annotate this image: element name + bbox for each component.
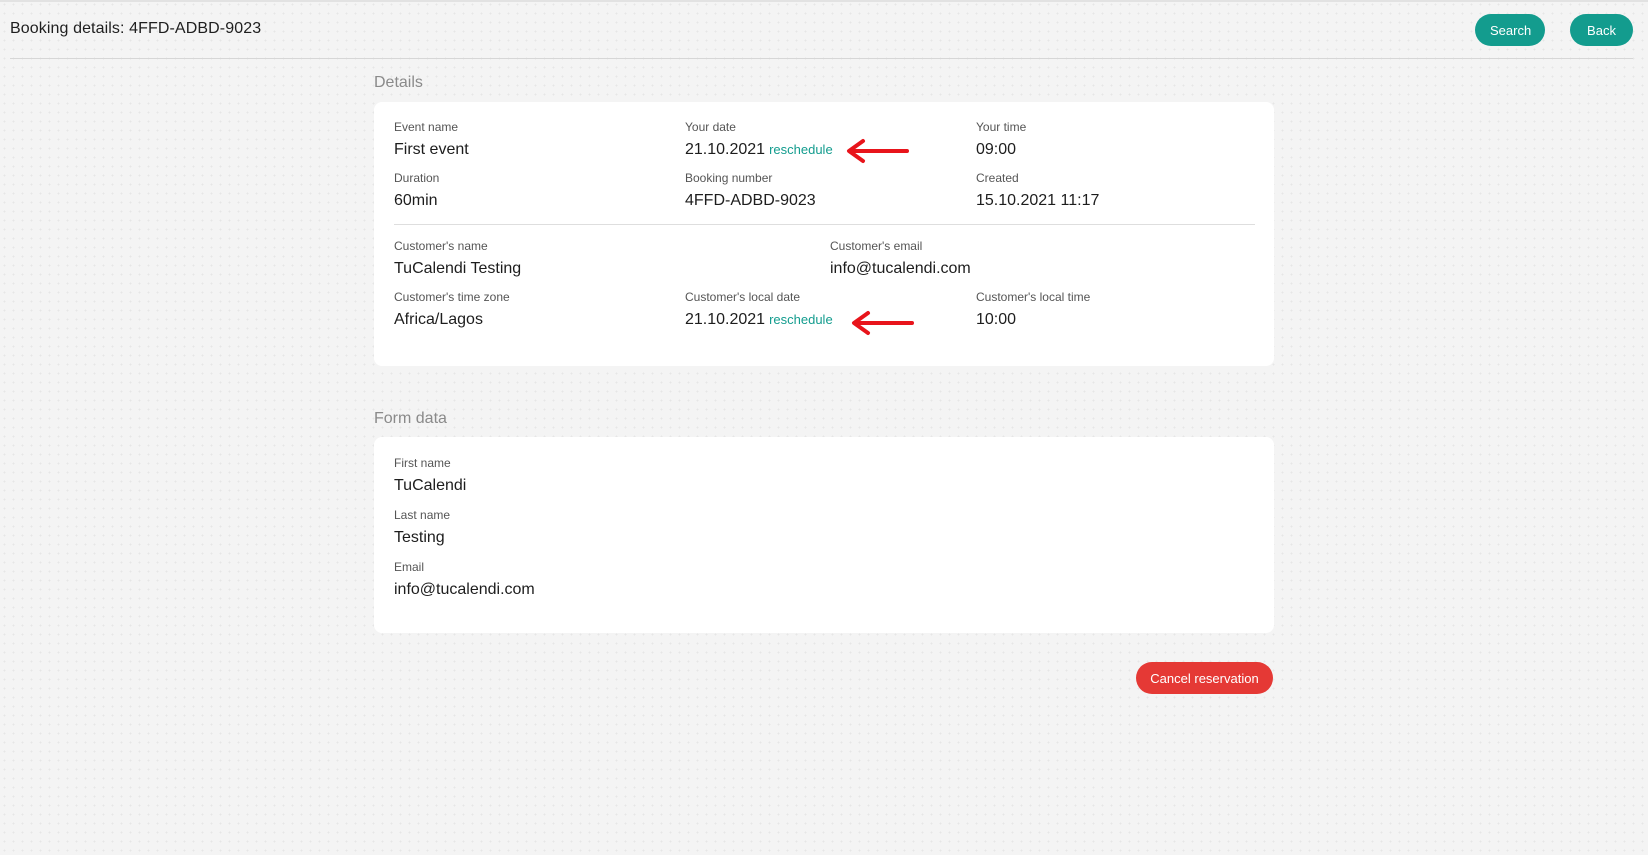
booking-number-field: Booking number 4FFD-ADBD-9023	[685, 171, 816, 211]
your-date-row: 21.10.2021 reschedule	[685, 140, 833, 160]
your-date-label: Your date	[685, 120, 736, 134]
red-arrow-left-icon	[852, 311, 914, 335]
event-name-value: First event	[394, 141, 469, 158]
created-value: 15.10.2021 11:17	[976, 192, 1100, 209]
customer-email-label: Customer's email	[830, 239, 923, 253]
customer-email-field: Customer's email info@tucalendi.com	[830, 239, 971, 279]
booking-number-label: Booking number	[685, 171, 773, 185]
email-label: Email	[394, 560, 425, 574]
customer-local-date-label: Customer's local date	[685, 290, 801, 304]
duration-field: Duration 60min	[394, 171, 439, 211]
your-date-field: Your date 21.10.2021 reschedule	[685, 120, 833, 160]
page-title: Booking details: 4FFD-ADBD-9023	[10, 20, 262, 37]
customer-name-label: Customer's name	[394, 239, 488, 253]
event-name-field: Event name First event	[394, 120, 469, 160]
customer-timezone-value: Africa/Lagos	[394, 311, 483, 328]
details-card: Event name First event Your date 21.10.2…	[374, 102, 1274, 366]
customer-local-time-label: Customer's local time	[976, 290, 1091, 304]
email-field: Email info@tucalendi.com	[394, 560, 535, 600]
reschedule-link[interactable]: reschedule	[769, 142, 833, 157]
customer-local-date-row: 21.10.2021 reschedule	[685, 310, 833, 330]
form-data-section-title: Form data	[374, 410, 447, 427]
last-name-label: Last name	[394, 508, 451, 522]
red-arrow-left-icon	[847, 139, 909, 163]
page-header: Booking details: 4FFD-ADBD-9023 Search B…	[10, 0, 1633, 59]
search-button[interactable]: Search	[1475, 14, 1545, 46]
created-label: Created	[976, 171, 1019, 185]
back-button[interactable]: Back	[1570, 14, 1633, 46]
customer-local-time-value: 10:00	[976, 311, 1017, 328]
last-name-value: Testing	[394, 529, 445, 546]
your-time-label: Your time	[976, 120, 1027, 134]
your-time-field: Your time 09:00	[976, 120, 1026, 160]
booking-number-value: 4FFD-ADBD-9023	[685, 192, 816, 209]
duration-value: 60min	[394, 192, 438, 209]
first-name-field: First name TuCalendi	[394, 456, 466, 496]
customer-email-value: info@tucalendi.com	[830, 260, 971, 277]
first-name-value: TuCalendi	[394, 477, 467, 494]
cancel-reservation-button[interactable]: Cancel reservation	[1136, 662, 1273, 694]
form-data-card: First name TuCalendi Last name Testing E…	[374, 437, 1274, 633]
customer-local-date-value: 21.10.2021	[685, 311, 766, 328]
your-date-value: 21.10.2021	[685, 141, 766, 158]
duration-label: Duration	[394, 171, 440, 185]
details-divider	[394, 224, 1255, 225]
reschedule-link-local[interactable]: reschedule	[769, 312, 833, 327]
your-time-value: 09:00	[976, 141, 1017, 158]
first-name-label: First name	[394, 456, 451, 470]
customer-local-date-field: Customer's local date 21.10.2021 reschedu…	[685, 290, 833, 330]
customer-timezone-label: Customer's time zone	[394, 290, 510, 304]
customer-local-time-field: Customer's local time 10:00	[976, 290, 1090, 330]
customer-name-value: TuCalendi Testing	[394, 260, 522, 277]
details-section-title: Details	[374, 74, 423, 91]
created-field: Created 15.10.2021 11:17	[976, 171, 1099, 211]
customer-timezone-field: Customer's time zone Africa/Lagos	[394, 290, 510, 330]
last-name-field: Last name Testing	[394, 508, 450, 548]
customer-name-field: Customer's name TuCalendi Testing	[394, 239, 521, 279]
event-name-label: Event name	[394, 120, 459, 134]
email-value: info@tucalendi.com	[394, 581, 535, 598]
